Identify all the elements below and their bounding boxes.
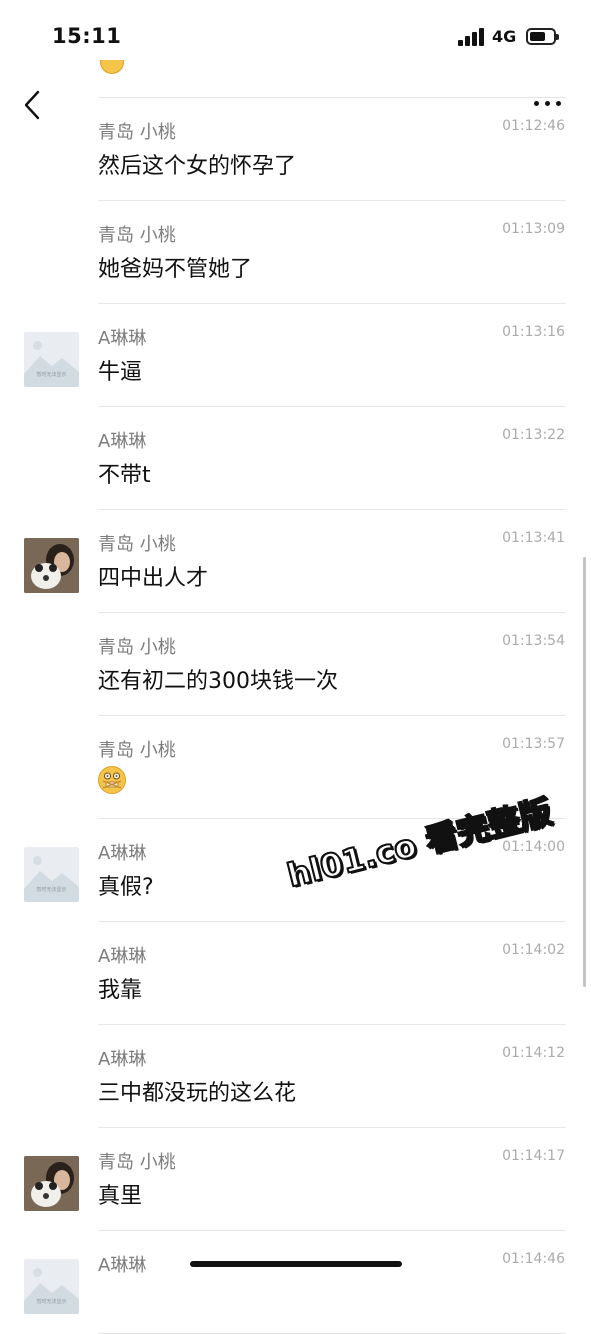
status-time: 15:11 bbox=[52, 24, 122, 48]
message-sender[interactable]: 青岛 小桃 bbox=[98, 1148, 176, 1174]
message-text: 真假? bbox=[98, 875, 154, 900]
message-sender[interactable]: 青岛 小桃 bbox=[98, 118, 176, 144]
message-item[interactable]: 暂时无法显示 A琳琳 01:14:46 bbox=[0, 1231, 591, 1334]
home-indicator[interactable] bbox=[190, 1261, 402, 1267]
avatar[interactable]: 暂时无法显示 bbox=[24, 847, 79, 902]
message-sender[interactable]: A琳琳 bbox=[98, 427, 146, 453]
battery-icon bbox=[526, 28, 559, 45]
avatar[interactable]: 暂时无法显示 bbox=[24, 1259, 79, 1314]
avatar[interactable] bbox=[24, 538, 79, 593]
message-time: 01:13:41 bbox=[502, 530, 565, 546]
avatar[interactable] bbox=[24, 1156, 79, 1211]
message-text: 还有初二的300块钱一次 bbox=[98, 669, 338, 694]
message-item[interactable]: 青岛 小桃 01:13:41 四中出人才 bbox=[0, 510, 591, 613]
message-item[interactable]: 青岛 小桃 01:14:17 真里 bbox=[0, 1128, 591, 1231]
message-sender[interactable]: 青岛 小桃 bbox=[98, 633, 176, 659]
message-time: 01:14:02 bbox=[502, 942, 565, 958]
message-sender[interactable]: 青岛 小桃 bbox=[98, 221, 176, 247]
message-item[interactable]: A琳琳 01:14:02 我靠 bbox=[0, 922, 591, 1025]
shocked-emoji-icon bbox=[98, 766, 126, 794]
message-time: 01:13:54 bbox=[502, 633, 565, 649]
message-item[interactable]: A琳琳 01:14:12 三中都没玩的这么花 bbox=[0, 1025, 591, 1128]
message-item[interactable]: A琳琳 01:13:22 不带t bbox=[0, 407, 591, 510]
message-time: 01:12:46 bbox=[502, 118, 565, 134]
status-bar: 15:11 4G bbox=[0, 0, 591, 72]
message-time: 01:14:12 bbox=[502, 1045, 565, 1061]
message-text: 三中都没玩的这么花 bbox=[98, 1081, 297, 1106]
message-item[interactable]: 青岛 小桃 01:13:09 她爸妈不管她了 bbox=[0, 201, 591, 304]
message-sender[interactable]: A琳琳 bbox=[98, 1251, 146, 1277]
message-time: 01:13:09 bbox=[502, 221, 565, 237]
message-sender[interactable]: A琳琳 bbox=[98, 942, 146, 968]
message-sender[interactable]: A琳琳 bbox=[98, 324, 146, 350]
message-text: 牛逼 bbox=[98, 360, 143, 385]
scrollbar[interactable] bbox=[583, 557, 586, 987]
message-item[interactable]: 青岛 小桃 01:13:54 还有初二的300块钱一次 bbox=[0, 613, 591, 716]
message-sender[interactable]: A琳琳 bbox=[98, 1045, 146, 1071]
message-time: 01:13:22 bbox=[502, 427, 565, 443]
network-label: 4G bbox=[492, 27, 517, 46]
message-time: 01:13:16 bbox=[502, 324, 565, 340]
message-text: 然后这个女的怀孕了 bbox=[98, 154, 297, 179]
message-text: 真里 bbox=[98, 1184, 143, 1209]
message-sender[interactable]: 青岛 小桃 bbox=[98, 736, 176, 762]
message-text bbox=[98, 766, 126, 800]
message-text: 不带t bbox=[98, 463, 151, 488]
message-time: 01:13:57 bbox=[502, 736, 565, 752]
message-sender[interactable]: 青岛 小桃 bbox=[98, 530, 176, 556]
message-text: 四中出人才 bbox=[98, 566, 209, 591]
message-time: 01:14:46 bbox=[502, 1251, 565, 1267]
message-text: 我靠 bbox=[98, 978, 143, 1003]
emoji-partial bbox=[100, 60, 124, 74]
avatar[interactable]: 暂时无法显示 bbox=[24, 332, 79, 387]
message-list[interactable]: 青岛 小桃 01:12:46 然后这个女的怀孕了 青岛 小桃 01:13:09 她爸妈不管… bbox=[0, 98, 591, 1334]
message-item[interactable]: 青岛 小桃 01:12:46 然后这个女的怀孕了 bbox=[0, 98, 591, 201]
message-sender[interactable]: A琳琳 bbox=[98, 839, 146, 865]
signal-icon bbox=[458, 28, 484, 46]
message-item[interactable]: 暂时无法显示 A琳琳 01:13:16 牛逼 bbox=[0, 304, 591, 407]
message-text: 她爸妈不管她了 bbox=[98, 257, 253, 282]
message-time: 01:14:17 bbox=[502, 1148, 565, 1164]
